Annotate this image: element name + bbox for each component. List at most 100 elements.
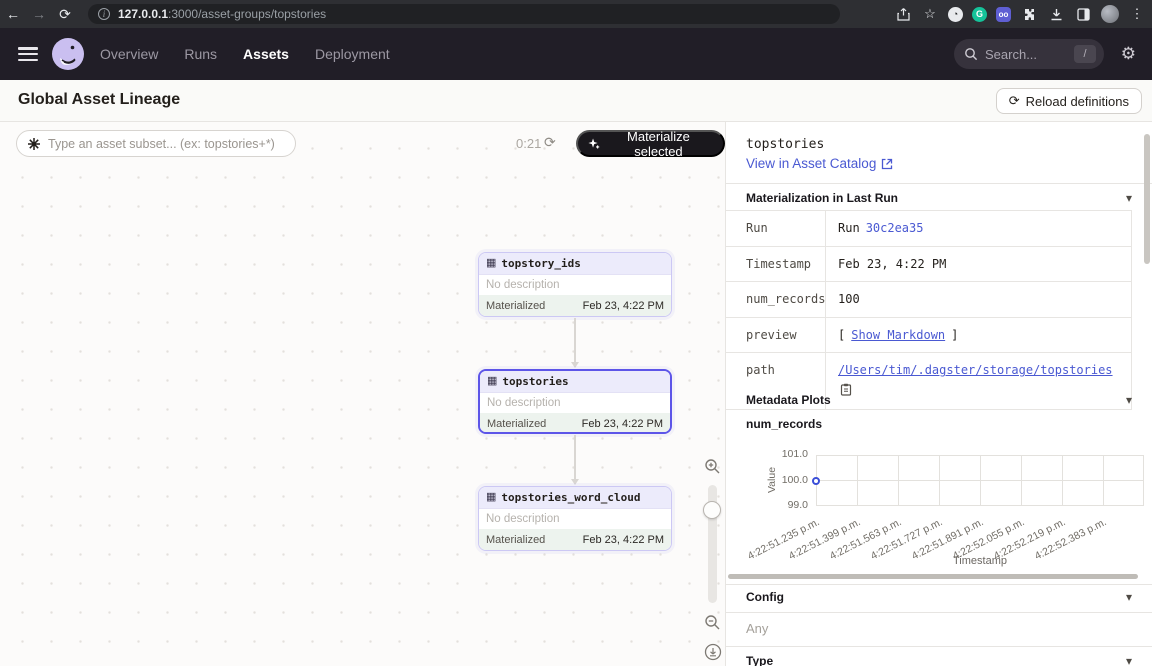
gridline (980, 455, 981, 506)
search-icon (964, 47, 978, 61)
run-link[interactable]: 30c2ea35 (866, 221, 924, 235)
search-input[interactable] (985, 47, 1074, 62)
browser-reload-button[interactable]: ⟳ (52, 0, 78, 28)
panel-scrollbar[interactable] (1144, 134, 1150, 264)
browser-forward-button[interactable]: → (26, 0, 52, 28)
asset-node-header: ▦ topstories_word_cloud (479, 487, 671, 509)
materialization-timestamp: Feb 23, 4:22 PM (583, 300, 664, 312)
section-metadata-plots-header: Metadata Plots (746, 393, 831, 407)
copy-path-icon[interactable] (840, 383, 852, 399)
collapse-chevron-icon[interactable]: ▾ (1126, 191, 1132, 205)
asset-subset-filter[interactable] (16, 130, 296, 157)
bracket-close: ] (951, 328, 958, 342)
asset-subset-input[interactable] (48, 137, 285, 151)
table-row: Timestamp Feb 23, 4:22 PM (726, 247, 1131, 283)
zoom-in-icon[interactable] (704, 458, 721, 480)
arrowhead-icon (571, 479, 579, 485)
url-host: 127.0.0.1 (118, 7, 168, 21)
grammarly-extension-icon[interactable]: G (972, 7, 987, 22)
metadata-table: Run Run30c2ea35 Timestamp Feb 23, 4:22 P… (726, 210, 1132, 410)
hamburger-menu-icon[interactable] (18, 47, 38, 61)
collapse-chevron-icon[interactable]: ▾ (1126, 590, 1132, 604)
asset-lineage-graph[interactable]: 0:21 ⟳ Materialize selected ▦ topstory_i… (0, 122, 725, 666)
panel-asset-name: topstories (746, 137, 824, 152)
global-search[interactable]: / (954, 39, 1104, 69)
asset-node-topstory-ids[interactable]: ▦ topstory_ids No description Materializ… (478, 252, 672, 317)
asset-description: No description (479, 275, 671, 295)
nav-item-overview[interactable]: Overview (100, 46, 158, 62)
app-window: ← → ⟳ i 127.0.0.1:3000/asset-groups/tops… (0, 0, 1152, 666)
page-title: Global Asset Lineage (18, 91, 180, 109)
data-point[interactable] (812, 477, 820, 485)
address-bar[interactable]: i 127.0.0.1:3000/asset-groups/topstories (88, 4, 840, 24)
asset-node-header: ▦ topstory_ids (479, 253, 671, 275)
reload-definitions-button[interactable]: ⟳ Reload definitions (996, 88, 1142, 114)
share-icon[interactable] (894, 5, 912, 23)
horizontal-scrollbar[interactable] (728, 574, 1138, 579)
table-icon: ▦ (487, 376, 497, 387)
gridline (1143, 455, 1144, 506)
external-link-icon (881, 158, 893, 170)
settings-gear-icon[interactable]: ⚙ (1121, 44, 1136, 64)
gridline (1103, 455, 1104, 506)
plot-title: num_records (746, 417, 822, 431)
extension-icon-2[interactable]: oo (996, 7, 1011, 22)
gridline (898, 455, 899, 506)
metadata-key: preview (726, 318, 826, 353)
materialization-timestamp: Feb 23, 4:22 PM (583, 534, 664, 546)
sidebar-panel-icon[interactable] (1074, 5, 1092, 23)
graph-refresh-icon[interactable]: ⟳ (544, 134, 556, 151)
lineage-edge (574, 435, 576, 479)
x-axis-title: Timestamp (816, 555, 1144, 567)
nav-item-deployment[interactable]: Deployment (315, 46, 390, 62)
download-icon[interactable] (1047, 5, 1065, 23)
collapse-chevron-icon[interactable]: ▾ (1126, 393, 1132, 407)
materialize-selected-button[interactable]: Materialize selected (576, 130, 725, 157)
materialize-selected-label: Materialize selected (606, 129, 711, 159)
extension-icon-1[interactable]: ◔ (948, 7, 963, 22)
table-icon: ▦ (486, 492, 496, 503)
value-text: Feb 23, 4:22 PM (838, 257, 946, 271)
status-badge: Materialized (486, 534, 545, 546)
config-value: Any (746, 621, 768, 636)
metadata-value: Run30c2ea35 (826, 211, 1131, 246)
lineage-edge (574, 318, 576, 362)
asset-status-row: Materialized Feb 23, 4:22 PM (479, 295, 671, 316)
dagster-logo[interactable] (50, 36, 86, 72)
asset-node-topstories[interactable]: ▦ topstories No description Materialized… (478, 369, 672, 434)
asset-details-panel: topstories View in Asset Catalog Materia… (725, 122, 1152, 666)
asset-description: No description (479, 509, 671, 529)
table-icon: ▦ (486, 258, 496, 269)
status-badge: Materialized (487, 418, 546, 430)
refresh-icon: ⟳ (1009, 93, 1020, 109)
y-tick-label: 99.0 (756, 499, 808, 511)
divider (726, 584, 1152, 585)
path-link[interactable]: /Users/tim/.dagster/storage/topstories (838, 363, 1113, 377)
plot-area (816, 455, 1144, 506)
browser-profile-avatar[interactable] (1101, 5, 1119, 23)
nav-item-assets[interactable]: Assets (243, 46, 289, 62)
collapse-chevron-icon[interactable]: ▾ (1126, 654, 1132, 666)
divider (726, 612, 1152, 613)
metadata-value: 100 (826, 282, 1131, 317)
extensions-puzzle-icon[interactable] (1020, 5, 1038, 23)
nav-item-runs[interactable]: Runs (184, 46, 217, 62)
fit-view-icon[interactable] (704, 643, 722, 666)
zoom-slider-handle[interactable] (703, 501, 721, 519)
asset-node-topstories-word-cloud[interactable]: ▦ topstories_word_cloud No description M… (478, 486, 672, 551)
zoom-out-icon[interactable] (704, 614, 721, 636)
metadata-key: num_records (726, 282, 826, 317)
bookmark-star-icon[interactable]: ☆ (921, 5, 939, 23)
gridline (1021, 455, 1022, 506)
y-tick-label: 101.0 (756, 448, 808, 460)
divider (726, 646, 1152, 647)
show-markdown-link[interactable]: Show Markdown (851, 328, 945, 342)
table-row: num_records 100 (726, 282, 1131, 318)
value-text: 100 (838, 292, 860, 306)
asset-name: topstories (502, 375, 568, 388)
view-in-asset-catalog-link[interactable]: View in Asset Catalog (746, 156, 893, 171)
site-info-icon[interactable]: i (98, 8, 110, 20)
asset-name: topstories_word_cloud (501, 491, 640, 504)
browser-menu-icon[interactable]: ⋮ (1128, 5, 1146, 23)
browser-back-button[interactable]: ← (0, 0, 26, 28)
